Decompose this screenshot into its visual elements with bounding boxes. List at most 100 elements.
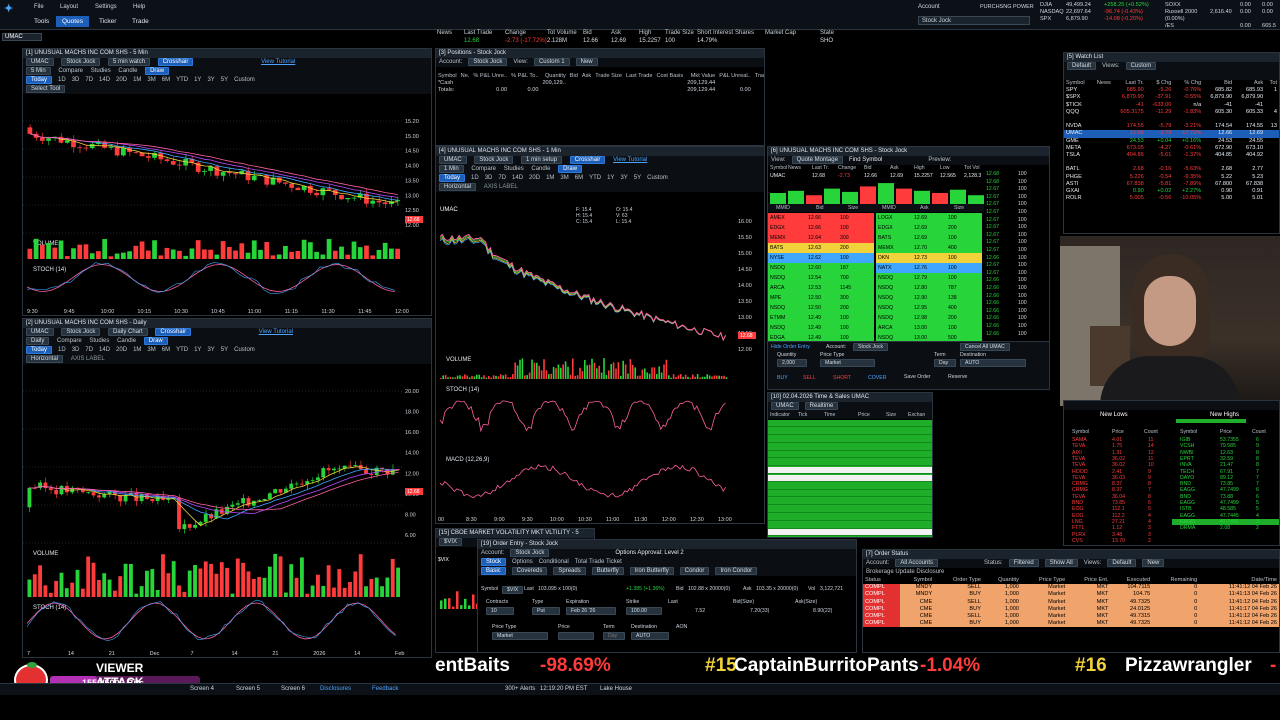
menu-file[interactable]: File — [34, 4, 44, 10]
bid-row[interactable]: NSDQ 12.54 700 — [768, 273, 874, 283]
bid-row[interactable]: MEMX 12.64 300 — [768, 233, 874, 243]
tab-quotes[interactable]: Quotes — [56, 16, 89, 27]
os-col-header[interactable]: Executed — [1110, 577, 1152, 584]
account-select[interactable]: Stock Jock — [918, 16, 1030, 25]
oe-subtab[interactable]: Butterfly — [591, 567, 624, 575]
bid-row[interactable]: EDGX 12.66 100 — [768, 223, 874, 233]
tab-screen-5[interactable]: Screen 5 — [236, 686, 260, 692]
tab-tools[interactable]: Tools — [28, 16, 55, 27]
watchlist-row[interactable]: $SPX 6,879.90 -37.91 -0.55% 6,879.90 6,879.90 — [1064, 94, 1279, 101]
interval-select-daily[interactable]: Daily — [26, 337, 50, 345]
watchlist-col-header[interactable]: News — [1091, 80, 1113, 87]
positions-col-header[interactable]: Cost Basis — [654, 73, 685, 80]
save-order-checkbox[interactable]: Save Order — [904, 374, 931, 380]
range-14d-button[interactable]: 14D — [99, 346, 110, 355]
compare-button-1min[interactable]: Compare — [471, 165, 496, 174]
positions-col-header[interactable]: P&L Unreal.. — [717, 73, 753, 80]
bid-row[interactable]: ARCA 12.53 1145 — [768, 283, 874, 293]
l2-term-select[interactable]: Day — [934, 359, 956, 367]
range-1d-button[interactable]: 1D — [58, 76, 66, 85]
ask-row[interactable]: BATS 12.69 100 — [876, 233, 982, 243]
watchlist-row[interactable]: SPY 685.90 -5.26 -0.76% 685.82 685.93 1 — [1064, 87, 1279, 94]
chart-daily-symbol[interactable]: UMAC — [26, 328, 54, 336]
range-custom-button[interactable]: Custom — [234, 76, 255, 85]
crosshair-button[interactable]: Crosshair — [157, 58, 194, 66]
watchlist-row[interactable]: NVDA 174.55 -5.79 -3.21% 174.54 174.55 13 — [1064, 123, 1279, 130]
ask-row[interactable]: NSDQ 12.98 200 — [876, 313, 982, 323]
oe-exp-select[interactable]: Feb 26 '26 — [566, 607, 616, 615]
range-1y-button[interactable]: 1Y — [194, 346, 201, 355]
draw-button-1min[interactable]: Draw — [558, 165, 583, 173]
os-new-button[interactable]: New — [1142, 559, 1165, 567]
range-1d-button[interactable]: 1D — [58, 346, 66, 355]
l2-quantity-input[interactable]: 2,000 — [777, 359, 807, 367]
bid-row[interactable]: ETMM 12.49 100 — [768, 313, 874, 323]
os-col-header[interactable]: Symbol — [900, 577, 935, 584]
oe-subtab[interactable]: Iron Butterfly — [629, 567, 674, 575]
positions-col-header[interactable]: Quantity — [540, 73, 567, 80]
oe-account-select[interactable]: Stock Jock — [510, 549, 550, 557]
watchlist-row[interactable]: TSLA 404.86 -5.61 -1.37% 404.85 404.92 — [1064, 152, 1279, 159]
symbol-input[interactable]: UMAC — [2, 33, 42, 41]
range-custom-button[interactable]: Custom — [234, 346, 255, 355]
oe-subtab[interactable]: Covereds — [511, 567, 548, 575]
ts-symbol-input[interactable]: UMAC — [771, 402, 799, 410]
chart-daily-account[interactable]: Stock Jock — [61, 328, 101, 336]
ask-row[interactable]: NSDQ 12.80 787 — [876, 283, 982, 293]
watchlist-row[interactable]: UMAC 12.68 -2.73 -17.72% 12.66 12.69 — [1064, 130, 1279, 138]
bid-row[interactable]: NSDQ 12.60 187 — [768, 263, 874, 273]
axis-label-field[interactable]: AXIS LABEL — [71, 355, 105, 364]
tab-screen-4[interactable]: Screen 4 — [190, 686, 214, 692]
positions-row[interactable]: *Cash 209,129.. 209,129.44 — [436, 80, 764, 87]
positions-view-select[interactable]: Custom 1 — [533, 58, 570, 66]
range-3y-button[interactable]: 3Y — [207, 346, 214, 355]
range-20d-button[interactable]: 20D — [116, 76, 127, 85]
range-5y-button[interactable]: 5Y — [221, 346, 228, 355]
watchlist-view-select[interactable]: Custom — [1125, 62, 1157, 70]
oe-term-select[interactable]: Day — [603, 632, 625, 640]
crosshair-button-daily[interactable]: Crosshair — [155, 328, 192, 336]
os-col-header[interactable]: Price Ent. — [1067, 577, 1110, 584]
brokerage-disclosure-link[interactable]: Brokerage Update Disclosure — [866, 568, 944, 577]
oe-symbol-input[interactable]: $VIX — [502, 586, 524, 594]
range-5y-button[interactable]: 5Y — [634, 174, 641, 183]
order-status-row[interactable]: COMPL MNDY SELL 1,000 Market MKT 104.7115 0 11:4… — [863, 584, 1279, 592]
chart-1min-setup[interactable]: 1 min setup — [521, 156, 563, 164]
range-1d-button[interactable]: 1D — [471, 174, 479, 183]
menu-settings[interactable]: Settings — [95, 4, 117, 10]
chart-1min-canvas[interactable]: UMAC F: 15.4 O: 15.4H: 15.4 V: 63C: 15.4 L: … — [436, 201, 764, 523]
order-status-row[interactable]: COMPL CME BUY 1,000 Market MKT 24.0125 0 11:41:1… — [863, 605, 1279, 614]
bid-row[interactable]: NSDQ 12.49 100 — [768, 323, 874, 333]
horizontal-tool-1min[interactable]: Horizontal — [439, 183, 477, 191]
range-1m-button[interactable]: 1M — [546, 174, 554, 183]
range-1m-button[interactable]: 1M — [133, 76, 141, 85]
studies-button-1min[interactable]: Studies — [504, 165, 524, 174]
ask-row[interactable]: LOGX 12.69 100 — [876, 213, 982, 223]
candle-button-1min[interactable]: Candle — [531, 165, 550, 174]
range-3y-button[interactable]: 3Y — [620, 174, 627, 183]
positions-col-header[interactable]: % P&L To.. — [509, 73, 540, 80]
hide-order-entry-link[interactable]: Hide Order Entry — [771, 344, 810, 350]
select-tool-button[interactable]: Select Tool — [26, 85, 66, 93]
range-3m-button[interactable]: 3M — [147, 76, 155, 85]
os-show-select[interactable]: Show All — [1044, 559, 1078, 567]
positions-col-header[interactable]: Ne. — [459, 73, 472, 80]
positions-row[interactable]: Totals: 0.00 0.00 209,129.44 0.00 — [436, 87, 764, 94]
order-status-row[interactable]: COMPL CME BUY 1,000 Market MKT 49.7325 0 11:41:1… — [863, 620, 1279, 628]
range-ytd-button[interactable]: YTD — [176, 76, 188, 85]
watchlist-select[interactable]: Default — [1067, 62, 1097, 70]
l2-account-select[interactable]: Stock Jock — [853, 343, 889, 351]
feedback-link[interactable]: Feedback — [372, 686, 398, 692]
studies-button[interactable]: Studies — [91, 67, 111, 76]
os-account-select[interactable]: All Accounts — [895, 559, 939, 567]
positions-col-header[interactable]: Trade — [753, 73, 764, 80]
vix-canvas[interactable]: $VIX — [436, 549, 481, 653]
os-col-header[interactable]: Quantity — [983, 577, 1021, 584]
positions-col-header[interactable]: Ask — [580, 73, 593, 80]
bid-row[interactable]: BATS 12.63 200 — [768, 243, 874, 253]
chart-5min-watch[interactable]: 5 min watch — [108, 58, 151, 66]
tab-screen-6[interactable]: Screen 6 — [281, 686, 305, 692]
range-today-button[interactable]: Today — [26, 76, 53, 84]
chart-5min-symbol[interactable]: UMAC — [26, 58, 54, 66]
positions-account-select[interactable]: Stock Jock — [468, 58, 508, 66]
